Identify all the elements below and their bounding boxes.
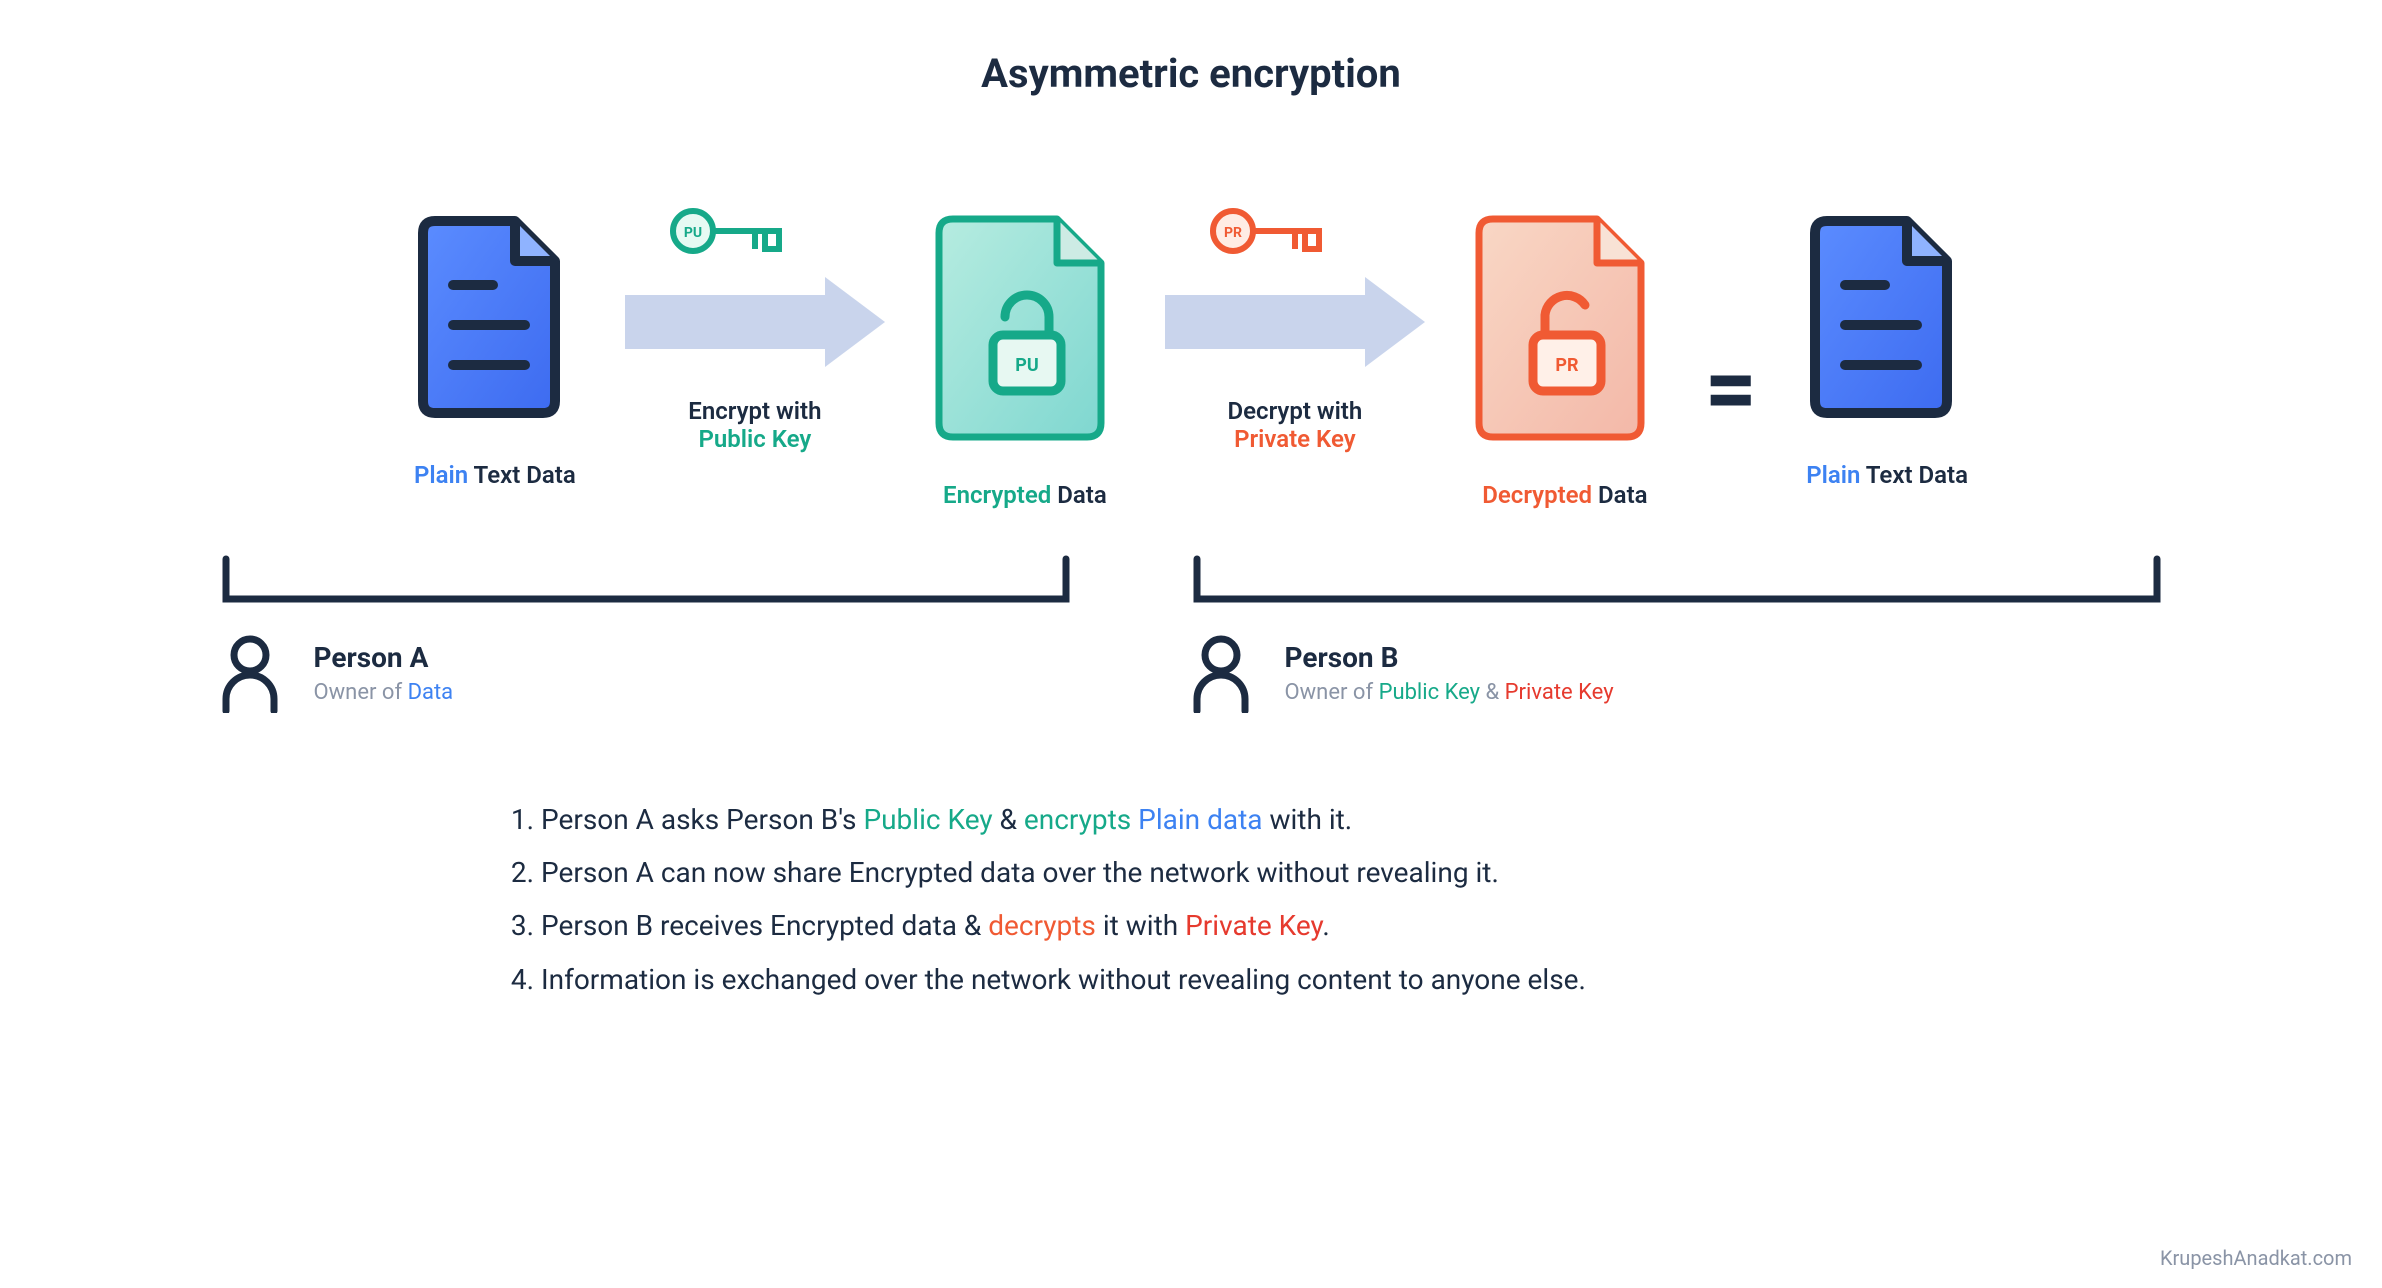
encrypted-lock-badge: PU bbox=[1015, 355, 1038, 376]
private-key-icon: PR bbox=[1213, 211, 1319, 251]
stage-plain2-word1: Plain bbox=[1806, 461, 1860, 489]
encrypted-document-icon: PU bbox=[925, 207, 1125, 447]
credit-text: KrupeshAnadkat.com bbox=[2160, 1246, 2352, 1270]
stage-dec-word2: Data bbox=[1592, 481, 1647, 509]
steps-list: Person A asks Person B's Public Key & en… bbox=[501, 793, 1881, 1006]
arrow-decrypt-line2: Private Key bbox=[1228, 425, 1363, 453]
person-a-desc-hl: Data bbox=[408, 680, 454, 705]
stage-plain-word1: Plain bbox=[414, 461, 468, 489]
stage-enc-word2: Data bbox=[1051, 481, 1106, 509]
public-key-badge-text: PU bbox=[684, 225, 702, 241]
step-1-f: with it. bbox=[1263, 803, 1353, 836]
bracket-row: Person A Owner of Data Person B Owner of… bbox=[0, 549, 2382, 713]
person-a-desc-pre: Owner of bbox=[314, 680, 408, 705]
person-a-name: Person A bbox=[314, 641, 454, 674]
stage-plain-2: Plain Text Data bbox=[1797, 207, 1977, 489]
step-3-d: Private Key bbox=[1185, 909, 1322, 942]
person-icon bbox=[1187, 633, 1255, 713]
private-key-badge-text: PR bbox=[1224, 225, 1242, 241]
arrow-decrypt: PR Decrypt with Private Key bbox=[1155, 207, 1435, 453]
stage-encrypted: PU Encrypted Data bbox=[925, 207, 1125, 509]
person-icon bbox=[216, 633, 284, 713]
decrypted-lock-badge: PR bbox=[1555, 355, 1579, 376]
step-3-a: Person B receives Encrypted data & bbox=[541, 909, 988, 942]
stage-plain: Plain Text Data bbox=[405, 207, 585, 489]
arrow-encrypt-line1: Encrypt with bbox=[688, 397, 821, 425]
decrypted-document-icon: PR bbox=[1465, 207, 1665, 447]
arrow-right-icon bbox=[1165, 277, 1425, 367]
person-b-desc-pub: Public Key bbox=[1379, 680, 1481, 705]
step-1: Person A asks Person B's Public Key & en… bbox=[541, 793, 1881, 846]
step-2-a: Person A can now share Encrypted data ov… bbox=[541, 856, 1499, 889]
person-b-name: Person B bbox=[1285, 641, 1614, 674]
diagram-title: Asymmetric encryption bbox=[0, 50, 2382, 97]
step-1-e: Plain data bbox=[1138, 803, 1262, 836]
stage-decrypted: PR Decrypted Data bbox=[1465, 207, 1665, 509]
step-1-c: & bbox=[993, 803, 1024, 836]
stage-plain-label: Plain Text Data bbox=[405, 461, 585, 489]
person-b-desc-amp: & bbox=[1480, 680, 1505, 705]
person-b-desc: Owner of Public Key & Private Key bbox=[1285, 680, 1614, 705]
flow-row: Plain Text Data PU Encrypt with Public K… bbox=[0, 207, 2382, 509]
step-2: Person A can now share Encrypted data ov… bbox=[541, 846, 1881, 899]
arrow-encrypt-caption: Encrypt with Public Key bbox=[688, 397, 821, 453]
step-3-c: it with bbox=[1096, 909, 1185, 942]
bracket-icon bbox=[1187, 549, 2167, 619]
person-b-desc-pre: Owner of bbox=[1285, 680, 1379, 705]
stage-decrypted-label: Decrypted Data bbox=[1465, 481, 1665, 509]
stage-plain2-word2: Text Data bbox=[1860, 461, 1968, 489]
stage-plain2-label: Plain Text Data bbox=[1797, 461, 1977, 489]
arrow-encrypt: PU Encrypt with Public Key bbox=[615, 207, 895, 453]
public-key-icon: PU bbox=[673, 211, 779, 251]
arrow-decrypt-line1: Decrypt with bbox=[1228, 397, 1363, 425]
bracket-icon bbox=[216, 549, 1076, 619]
stage-plain-word2: Text Data bbox=[468, 461, 576, 489]
step-4-a: Information is exchanged over the networ… bbox=[541, 963, 1586, 996]
person-a-block: Person A Owner of Data bbox=[216, 549, 1076, 713]
arrow-encrypt-svg: PU bbox=[615, 207, 895, 377]
person-a-desc: Owner of Data bbox=[314, 680, 454, 705]
stage-enc-word1: Encrypted bbox=[943, 481, 1051, 509]
document-icon bbox=[1797, 207, 1977, 427]
step-3-e: . bbox=[1322, 909, 1329, 942]
person-b-desc-priv: Private Key bbox=[1505, 680, 1614, 705]
stage-encrypted-label: Encrypted Data bbox=[925, 481, 1125, 509]
step-1-b: Public Key bbox=[863, 803, 992, 836]
step-1-d: encrypts bbox=[1024, 803, 1138, 836]
document-icon bbox=[405, 207, 585, 427]
step-3: Person B receives Encrypted data & decry… bbox=[541, 899, 1881, 952]
step-3-b: decrypts bbox=[988, 909, 1096, 942]
equals-sign: = bbox=[1695, 336, 1767, 441]
arrow-right-icon bbox=[625, 277, 885, 367]
step-1-a: Person A asks Person B's bbox=[541, 803, 863, 836]
arrow-decrypt-caption: Decrypt with Private Key bbox=[1228, 397, 1363, 453]
arrow-decrypt-svg: PR bbox=[1155, 207, 1435, 377]
person-b-block: Person B Owner of Public Key & Private K… bbox=[1187, 549, 2167, 713]
arrow-encrypt-line2: Public Key bbox=[688, 425, 821, 453]
step-4: Information is exchanged over the networ… bbox=[541, 953, 1881, 1006]
stage-dec-word1: Decrypted bbox=[1482, 481, 1592, 509]
